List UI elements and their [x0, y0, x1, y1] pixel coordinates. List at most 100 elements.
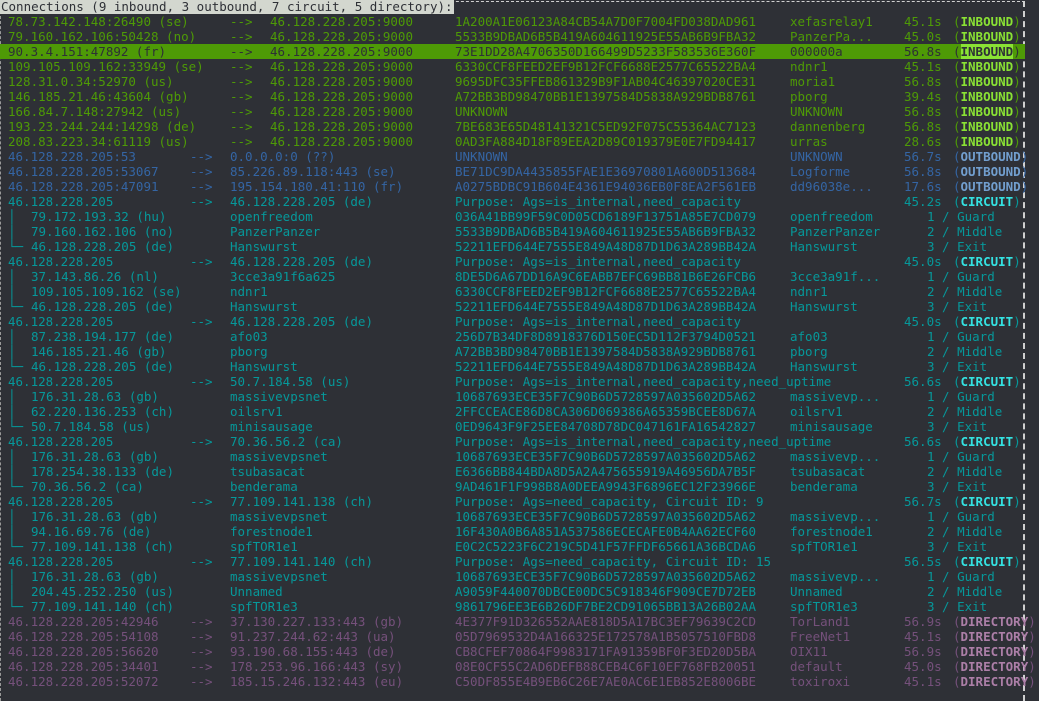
circuit-hop-row[interactable]: │ 79.160.162.106 (no) PanzerPanzer 5533B9DB… [0, 224, 1025, 239]
nickname: forestnode1 [790, 524, 873, 539]
circuit-hop-row[interactable]: │ 146.185.21.46 (gb) pborg A72BB3BD98470BB1… [0, 344, 1025, 359]
inbound-connection-row[interactable]: 79.160.162.106:50428 (no) --> 46.128.228.2… [0, 29, 1025, 44]
circuit-connection-row[interactable]: 46.128.228.205 --> 70.36.56.2 (ca) Purpose:… [0, 434, 1025, 449]
circuit-hop-row[interactable]: │ 94.16.69.76 (de) forestnode1 16F430A0B6A8… [0, 524, 1025, 539]
fingerprint: 9861796EE3E6B26DF7BE2CD91065BB13A26B02AA [455, 599, 757, 614]
circuit-hop-row[interactable]: └─ 50.7.184.58 (us) minisausage 0ED9643F9F2… [0, 419, 1025, 434]
arrow: --> [190, 314, 213, 329]
tree-branch: │ [8, 464, 16, 479]
circuit-hop-row[interactable]: │ 109.105.109.162 (se) ndnr1 6330CCF8FEED2E… [0, 284, 1025, 299]
circuit-connection-row[interactable]: 46.128.228.205 --> 77.109.141.138 (ch) Purp… [0, 494, 1025, 509]
paren-open: ( [953, 554, 961, 569]
tree-branch: └─ [8, 479, 24, 494]
circuit-hop-row[interactable]: │ 62.220.136.253 (ch) oilsrv1 2FFCCEACE86D8… [0, 404, 1025, 419]
inbound-connection-row[interactable]: 193.23.244.244:14298 (de) --> 46.128.228.2… [0, 119, 1025, 134]
paren-open: ( [953, 194, 961, 209]
circuit-hop-row[interactable]: │ 79.172.193.32 (hu) openfreedom 036A41BB99… [0, 209, 1025, 224]
tree-branch: │ [8, 224, 16, 239]
hop-address: 176.31.28.63 (gb) [31, 509, 159, 524]
inbound-connection-row[interactable]: 146.185.21.46:43604 (gb) --> 46.128.228.20… [0, 89, 1025, 104]
source-address: 46.128.228.205:34401 [8, 659, 159, 674]
directory-connection-row[interactable]: 46.128.228.205:56620 --> 93.190.68.155:443… [0, 644, 1036, 659]
fingerprint: 73E1DD28A4706350D166499D5233F583536E360F [455, 44, 757, 59]
connection-type-label: INBOUND [960, 14, 1014, 29]
destination-address: 46.128.228.205:9000 [270, 44, 413, 59]
hop-address: 87.238.194.177 (de) [31, 329, 174, 344]
connection-type-label: CIRCUIT [960, 254, 1014, 269]
paren-open: ( [953, 659, 961, 674]
source-address: 193.23.244.244:14298 (de) [8, 119, 197, 134]
circuit-hop-row[interactable]: │ 178.254.38.133 (de) tsubasacat E6366BB844… [0, 464, 1025, 479]
hop-address: 62.220.136.253 (ch) [31, 404, 174, 419]
circuit-hop-row[interactable]: │ 176.31.28.63 (gb) massivevpsnet 10687693E… [0, 569, 1025, 584]
nickname: PanzerPa... [790, 29, 873, 44]
arrow: --> [230, 104, 253, 119]
directory-connection-row[interactable]: 46.128.228.205:34401 --> 178.253.96.166:44… [0, 659, 1036, 674]
circuit-hop-row[interactable]: │ 37.143.86.26 (nl) 3cce3a91f6a625 8DE5D6A6… [0, 269, 1025, 284]
arrow: --> [230, 14, 253, 29]
circuit-connection-row[interactable]: 46.128.228.205 --> 46.128.228.205 (de) Purp… [0, 314, 1025, 329]
circuit-connection-row[interactable]: 46.128.228.205 --> 46.128.228.205 (de) Purp… [0, 254, 1025, 269]
circuit-connection-row[interactable]: 46.128.228.205 --> 46.128.228.205 (de) Purp… [0, 194, 1025, 209]
fingerprint: UNKNOWN [455, 149, 508, 164]
circuit-hop-row[interactable]: │ 176.31.28.63 (gb) massivevpsnet 10687693E… [0, 509, 1025, 524]
circuit-hop-row[interactable]: └─ 77.109.141.138 (ch) spfTOR1e1 E0C2C5223F… [0, 539, 1025, 554]
paren-open: ( [953, 29, 961, 44]
inbound-connection-row[interactable]: 109.105.109.162:33949 (se) --> 46.128.228.… [0, 59, 1025, 74]
connection-type-label: CIRCUIT [960, 494, 1014, 509]
destination-address: 46.128.228.205:9000 [270, 14, 413, 29]
circuit-hop-row[interactable]: └─ 77.109.141.140 (ch) spfTOR1e3 9861796EE3… [0, 599, 1025, 614]
nickname: ndnr1 [790, 284, 828, 299]
directory-connection-row[interactable]: 46.128.228.205:52072 --> 185.15.246.132:44… [0, 674, 1036, 689]
source-address: 46.128.228.205 [8, 554, 114, 569]
hop-address: 109.105.109.162 (se) [31, 284, 182, 299]
circuit-hop-row[interactable]: └─ 46.128.228.205 (de) Hanswurst 52211EFD64… [0, 239, 1025, 254]
circuit-hop-row[interactable]: │ 204.45.252.250 (us) Unnamed A9059F440070D… [0, 584, 1025, 599]
circuit-connection-row[interactable]: 46.128.228.205 --> 50.7.184.58 (us) Purpose… [0, 374, 1025, 389]
circuit-hop-row[interactable]: └─ 70.36.56.2 (ca) benderama 9AD461F1F998B8… [0, 479, 1025, 494]
arrow: --> [190, 614, 213, 629]
directory-connection-row[interactable]: 46.128.228.205:42946 --> 37.130.227.133:44… [0, 614, 1036, 629]
fingerprint: 52211EFD644E7555E849A48D87D1D63A289BB42A [455, 359, 757, 374]
hop-address: 79.160.162.106 (no) [31, 224, 174, 239]
hop-relay-name: openfreedom [230, 209, 313, 224]
uptime: 56.6s [904, 374, 942, 389]
outbound-connection-row[interactable]: 46.128.228.205:53067 --> 85.226.89.118:443… [0, 164, 1028, 179]
destination-address: 70.36.56.2 (ca) [230, 434, 343, 449]
fingerprint: 16F430A0B6A851A537586ECECAFE0B4AA62ECF60 [455, 524, 757, 539]
outbound-connection-row[interactable]: 46.128.228.205:53 --> 0.0.0.0:0 (??) UNKNOW… [0, 149, 1028, 164]
paren-open: ( [953, 374, 961, 389]
inbound-connection-row[interactable]: 90.3.4.151:47892 (fr) --> 46.128.228.205:9… [0, 44, 1025, 59]
circuit-connection-row[interactable]: 46.128.228.205 --> 77.109.141.140 (ch) Purp… [0, 554, 1025, 569]
hop-relay-name: oilsrv1 [230, 404, 283, 419]
fingerprint: 9AD461F1F998B8A0DEEA9943F6896EC12F23966E [455, 479, 757, 494]
inbound-connection-row[interactable]: 128.31.0.34:52970 (us) --> 46.128.228.205:… [0, 74, 1025, 89]
hop-relay-name: ndnr1 [230, 284, 268, 299]
circuit-hop-row[interactable]: └─ 46.128.228.205 (de) Hanswurst 52211EFD64… [0, 299, 1025, 314]
paren-close: ) [1013, 314, 1021, 329]
source-address: 46.128.228.205 [8, 314, 114, 329]
inbound-connection-row[interactable]: 166.84.7.148:27942 (us) --> 46.128.228.205… [0, 104, 1025, 119]
connection-type-label: INBOUND [960, 89, 1014, 104]
circuit-hop-row[interactable]: │ 176.31.28.63 (gb) massivevpsnet 10687693E… [0, 389, 1025, 404]
circuit-purpose: Purpose: Ags=need_capacity, Circuit ID: … [455, 554, 772, 569]
paren-open: ( [953, 89, 961, 104]
uptime: 56.9s [904, 614, 942, 629]
hop-position: 1 / Guard [927, 269, 995, 284]
tree-branch: │ [8, 584, 16, 599]
nickname: Hanswurst [790, 239, 858, 254]
outbound-connection-row[interactable]: 46.128.228.205:47091 --> 195.154.180.41:11… [0, 179, 1028, 194]
paren-close: ) [1013, 119, 1021, 134]
circuit-hop-row[interactable]: └─ 46.128.228.205 (de) Hanswurst 52211EFD64… [0, 359, 1025, 374]
circuit-hop-row[interactable]: │ 87.238.194.177 (de) afo03 256D7B34DF8D891… [0, 329, 1025, 344]
inbound-connection-row[interactable]: 208.83.223.34:61119 (us) --> 46.128.228.20… [0, 134, 1025, 149]
circuit-hop-row[interactable]: │ 176.31.28.63 (gb) massivevpsnet 10687693E… [0, 449, 1025, 464]
arrow: --> [190, 164, 213, 179]
nickname: ndnr1 [790, 59, 828, 74]
inbound-connection-row[interactable]: 78.73.142.148:26490 (se) --> 46.128.228.20… [0, 14, 1025, 29]
fingerprint: A72BB3BD98470BB1E1397584D5838A929BDB8761 [455, 344, 757, 359]
circuit-purpose: Purpose: Ags=is_internal,need_capacity [455, 194, 741, 209]
directory-connection-row[interactable]: 46.128.228.205:54108 --> 91.237.244.62:443… [0, 629, 1036, 644]
connection-type-label: INBOUND [960, 59, 1014, 74]
connection-type-label: DIRECTORY [960, 644, 1029, 659]
